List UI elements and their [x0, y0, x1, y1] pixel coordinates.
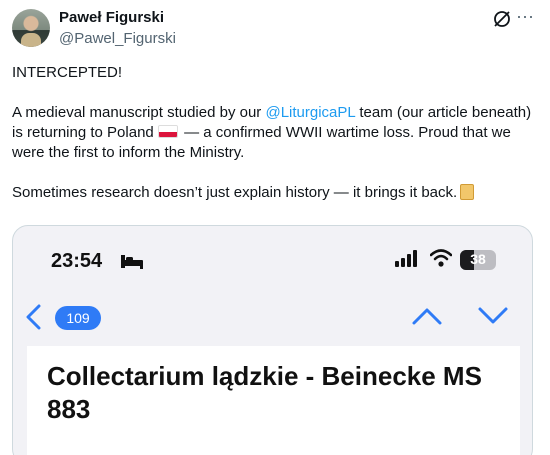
poland-flag-icon: [157, 125, 178, 138]
tweet-paragraph-3: Sometimes research doesn’t just explain …: [12, 183, 532, 203]
author-handle[interactable]: @Pawel_Figurski: [59, 30, 176, 47]
tweet-text-segment: A medieval manuscript studied by our: [12, 104, 266, 121]
status-time: 23:54: [51, 250, 103, 272]
author-name[interactable]: Paweł Figurski: [59, 9, 164, 26]
battery-percent: 38: [470, 251, 486, 267]
scroll-icon: [460, 184, 475, 200]
message-count-badge[interactable]: 109: [55, 306, 101, 330]
tweet-text-segment: Sometimes research doesn’t just explain …: [12, 184, 458, 201]
back-chevron-icon[interactable]: [25, 304, 43, 330]
wifi-icon: [430, 249, 452, 267]
grok-icon[interactable]: [492, 9, 512, 29]
document-panel: Collectarium lądzkie - Beinecke MS 883: [27, 346, 520, 455]
mention-link[interactable]: @LiturgicaPL: [265, 104, 355, 121]
battery-indicator: 38: [460, 250, 496, 270]
tweet-line-intercepted: INTERCEPTED!: [12, 64, 123, 81]
chevron-up-icon[interactable]: [411, 306, 443, 326]
chevron-down-icon[interactable]: [477, 306, 509, 326]
tweet-text: INTERCEPTED! A medieval manuscript studi…: [12, 63, 532, 203]
avatar[interactable]: [12, 9, 50, 47]
document-title: Collectarium lądzkie - Beinecke MS 883: [47, 361, 482, 424]
bed-icon: [121, 255, 143, 269]
tweet-media-screenshot[interactable]: 23:54 38 109 Collectarium lądzkie - Bein…: [12, 225, 533, 455]
cellular-signal-icon: [395, 250, 417, 267]
more-options-icon[interactable]: ···: [516, 6, 534, 27]
tweet-paragraph-2: A medieval manuscript studied by our @Li…: [12, 103, 532, 163]
